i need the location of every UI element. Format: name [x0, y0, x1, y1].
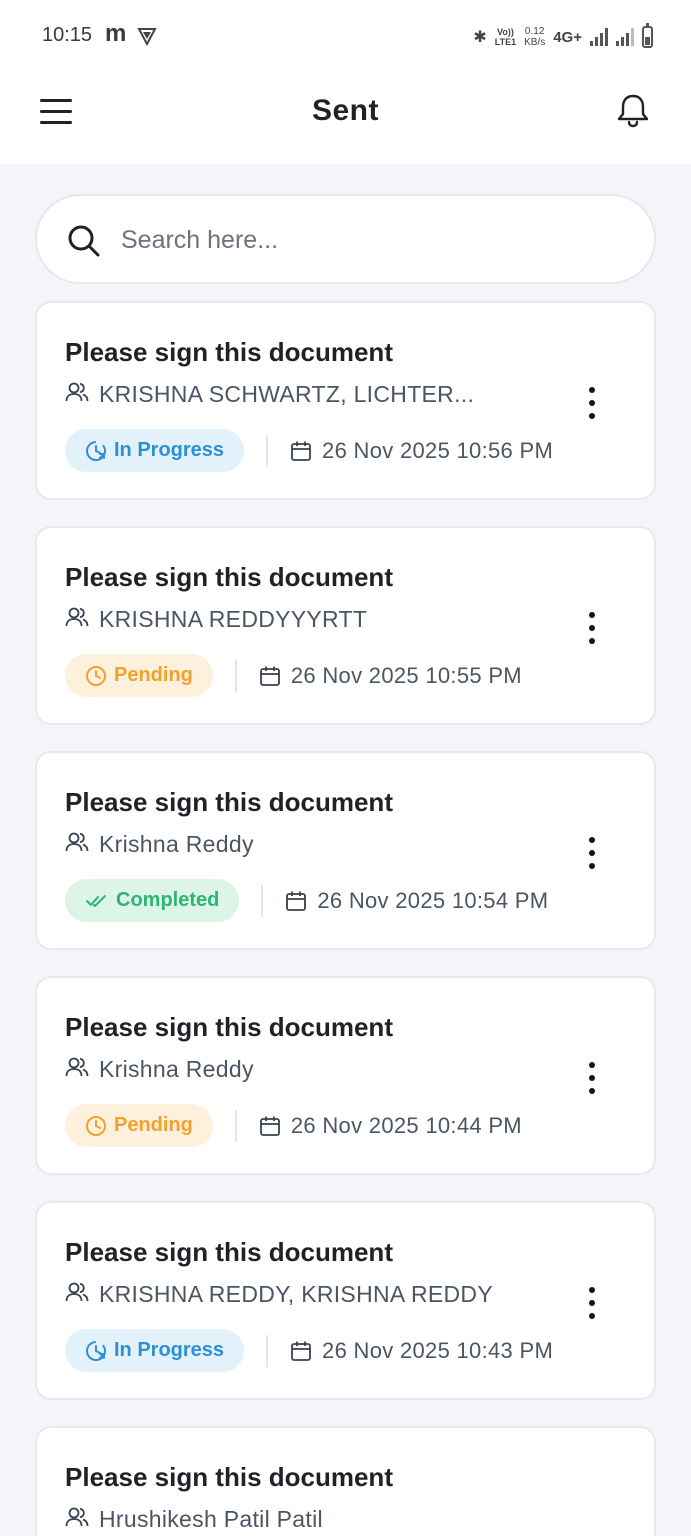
calendar-icon [290, 440, 312, 462]
divider [266, 1334, 269, 1367]
volte-bottom: LTE1 [494, 37, 517, 47]
document-card[interactable]: Please sign this document KRISHNA REDDY, … [35, 1201, 656, 1400]
calendar-icon [290, 1340, 312, 1362]
recipients-text: Krishna Reddy [99, 1056, 254, 1082]
status-label: In Progress [114, 1339, 225, 1361]
more-options-icon[interactable] [580, 612, 604, 644]
people-icon [65, 606, 89, 633]
date-text: 26 Nov 2025 10:55 PM [290, 662, 522, 688]
status-label: In Progress [114, 439, 225, 461]
network-type: 4G+ [553, 28, 582, 46]
status-badge: In Progress [65, 1329, 245, 1372]
document-card[interactable]: Please sign this document KRISHNA REDDYYY… [35, 526, 656, 725]
recipients: Hrushikesh Patil Patil [65, 1506, 323, 1533]
status-indicators: ✱ Vo)) LTE1 0.12 KB/s 4G+ [473, 22, 653, 52]
calendar-icon [259, 665, 281, 687]
clock-icon [85, 1115, 107, 1137]
status-label: Pending [114, 664, 193, 686]
volte-top: Vo)) [497, 27, 514, 37]
status-badge: Completed [65, 879, 240, 922]
recipients-text: KRISHNA SCHWARTZ, LICHTER... [99, 381, 475, 407]
status-time: 10:15 [42, 24, 93, 46]
document-date: 26 Nov 2025 10:44 PM [259, 1113, 522, 1139]
document-meta: In Progress 26 Nov 2025 10:56 PM [65, 429, 553, 472]
in-progress-icon [85, 1340, 107, 1362]
speed-unit: KB/s [524, 37, 546, 48]
volte-indicator: Vo)) LTE1 [495, 27, 516, 47]
app-notification-icon: m [105, 20, 127, 47]
document-title: Please sign this document [65, 1462, 393, 1492]
people-icon [65, 831, 89, 858]
divider [234, 659, 237, 692]
divider [234, 1109, 237, 1142]
signal-icon-2 [616, 28, 634, 46]
more-options-icon[interactable] [580, 1287, 604, 1319]
people-icon [65, 1056, 89, 1083]
search-bar[interactable] [35, 194, 656, 284]
recipients-text: Krishna Reddy [99, 831, 254, 857]
document-title: Please sign this document [65, 1237, 393, 1267]
app-header: Sent [0, 72, 691, 164]
in-progress-icon [85, 440, 107, 462]
date-text: 26 Nov 2025 10:56 PM [322, 437, 554, 463]
recipients: Krishna Reddy [65, 1056, 254, 1083]
network-speed: 0.12 KB/s [524, 26, 545, 48]
document-title: Please sign this document [65, 787, 393, 817]
document-date: 26 Nov 2025 10:56 PM [290, 438, 553, 464]
recipients-text: KRISHNA REDDYYYRTT [99, 606, 368, 632]
bell-icon[interactable] [613, 90, 653, 130]
speed-value: 0.12 [524, 26, 545, 37]
shield-icon [137, 26, 157, 51]
document-date: 26 Nov 2025 10:55 PM [259, 663, 522, 689]
document-card[interactable]: Please sign this document Krishna Reddy Co… [35, 751, 656, 950]
recipients-text: Hrushikesh Patil Patil [99, 1506, 323, 1532]
search-icon [67, 224, 101, 263]
signal-icon [590, 28, 608, 46]
status-badge: Pending [65, 1104, 213, 1147]
document-meta: Pending 26 Nov 2025 10:55 PM [65, 654, 522, 697]
document-title: Please sign this document [65, 562, 393, 592]
date-text: 26 Nov 2025 10:44 PM [290, 1112, 522, 1138]
date-text: 26 Nov 2025 10:43 PM [322, 1337, 554, 1363]
page-title: Sent [311, 94, 379, 127]
more-options-icon[interactable] [580, 1062, 604, 1094]
document-card[interactable]: Please sign this document Krishna Reddy Pe… [35, 976, 656, 1175]
calendar-icon [259, 1115, 281, 1137]
recipients: KRISHNA REDDYYYRTT [65, 606, 367, 633]
calendar-icon [285, 890, 307, 912]
document-meta: Pending 26 Nov 2025 10:44 PM [65, 1104, 522, 1147]
document-card[interactable]: Please sign this document Hrushikesh Pati… [35, 1426, 656, 1536]
people-icon [65, 1281, 89, 1308]
bluetooth-icon: ✱ [473, 29, 487, 46]
divider [266, 434, 269, 467]
document-meta: In Progress 26 Nov 2025 10:43 PM [65, 1329, 553, 1372]
status-badge: Pending [65, 654, 213, 697]
recipients: KRISHNA REDDY, KRISHNA REDDY [65, 1281, 493, 1308]
document-card[interactable]: Please sign this document KRISHNA SCHWART… [35, 301, 656, 500]
people-icon [65, 381, 89, 408]
recipients: KRISHNA SCHWARTZ, LICHTER... [65, 381, 474, 408]
battery-icon [642, 23, 653, 48]
document-date: 26 Nov 2025 10:54 PM [285, 888, 548, 914]
clock-icon [85, 665, 107, 687]
divider [261, 884, 264, 917]
status-bar: 10:15 m ✱ Vo)) LTE1 0.12 KB/s 4G+ [0, 0, 691, 72]
people-icon [65, 1506, 89, 1533]
status-badge: In Progress [65, 429, 245, 472]
more-options-icon[interactable] [580, 837, 604, 869]
recipients: Krishna Reddy [65, 831, 254, 858]
double-check-icon [85, 892, 109, 910]
status-label: Completed [116, 889, 220, 911]
date-text: 26 Nov 2025 10:54 PM [317, 887, 549, 913]
recipients-text: KRISHNA REDDY, KRISHNA REDDY [99, 1281, 493, 1307]
document-title: Please sign this document [65, 1012, 393, 1042]
document-meta: Completed 26 Nov 2025 10:54 PM [65, 879, 548, 922]
document-date: 26 Nov 2025 10:43 PM [290, 1338, 553, 1364]
more-options-icon[interactable] [580, 387, 604, 419]
status-label: Pending [114, 1114, 193, 1136]
search-input[interactable] [121, 216, 621, 264]
document-title: Please sign this document [65, 337, 393, 367]
document-list: Please sign this document KRISHNA SCHWART… [35, 301, 656, 1536]
